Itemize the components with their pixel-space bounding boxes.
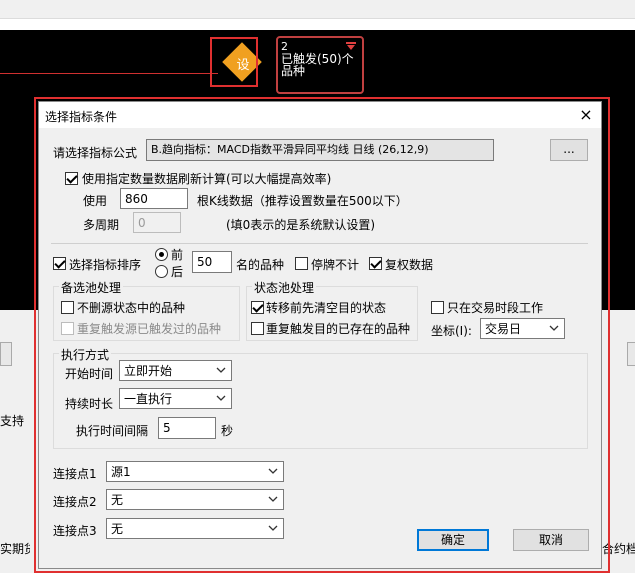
formula-field[interactable]: B.趋向指标：MACD指数平滑异同平均线 日线 (26,12,9) xyxy=(146,139,494,161)
chevron-down-icon xyxy=(268,496,278,502)
clear-target-checkbox[interactable] xyxy=(251,301,264,314)
axis-label: 坐标(I): xyxy=(431,324,472,338)
top-n-suffix: 名的品种 xyxy=(236,258,285,272)
interval-input[interactable]: 5 xyxy=(158,417,216,439)
axis-value: 交易日 xyxy=(485,322,522,336)
restore-checkbox[interactable] xyxy=(369,257,382,270)
chevron-down-icon xyxy=(216,395,226,401)
retrigger-target-checkbox[interactable] xyxy=(251,322,264,335)
bar-count-input[interactable]: 860 xyxy=(120,188,188,209)
output-node[interactable]: 2 已触发(50)个 品种 xyxy=(276,36,364,94)
background-button-right[interactable] xyxy=(627,342,635,366)
trading-time-label: 只在交易时段工作 xyxy=(447,301,544,315)
background-left-text: 支持 xyxy=(0,414,25,428)
canvas-connection-line xyxy=(0,73,218,74)
background-top-bar xyxy=(0,0,635,19)
radio-back[interactable] xyxy=(155,265,168,278)
chevron-down-icon xyxy=(549,325,559,331)
conn1-value: 源1 xyxy=(111,465,131,479)
multi-period-hint: (填0表示的是系统默认设置) xyxy=(226,218,375,232)
chevron-down-icon xyxy=(268,525,278,531)
bars-label: 根K线数据（推荐设置数量在500以下） xyxy=(197,194,408,208)
formula-label: 请选择指标公式 xyxy=(53,146,138,160)
clear-target-label: 转移前先清空目的状态 xyxy=(266,301,387,315)
duration-label: 持续时长 xyxy=(65,397,114,411)
start-select[interactable]: 立即开始 xyxy=(119,360,232,381)
state-group-title: 状态池处理 xyxy=(252,279,317,296)
cancel-button[interactable]: 取消 xyxy=(513,529,589,551)
interval-label: 执行时间间隔 xyxy=(76,424,149,438)
start-label: 开始时间 xyxy=(65,367,114,381)
top-n-input[interactable]: 50 xyxy=(192,251,232,273)
dialog-title: 选择指标条件 xyxy=(45,110,118,124)
background-button-left[interactable] xyxy=(0,342,12,366)
separator xyxy=(51,243,588,244)
radio-front-label: 前 xyxy=(171,248,184,262)
exec-group-title: 执行方式 xyxy=(59,346,112,363)
start-value: 立即开始 xyxy=(124,364,173,378)
output-line2: 品种 xyxy=(281,64,306,78)
conn1-select[interactable]: 源1 xyxy=(106,461,284,482)
conn3-select[interactable]: 无 xyxy=(106,518,284,539)
sort-label: 选择指标排序 xyxy=(69,258,142,272)
ok-button[interactable]: 确定 xyxy=(417,529,489,551)
multi-period-label: 多周期 xyxy=(83,218,120,232)
use-label: 使用 xyxy=(83,194,108,208)
suspend-checkbox[interactable] xyxy=(295,257,308,270)
trading-time-checkbox[interactable] xyxy=(431,301,444,314)
sort-checkbox[interactable] xyxy=(53,257,66,270)
multi-period-input[interactable]: 0 xyxy=(133,212,181,233)
close-icon[interactable]: × xyxy=(575,104,597,126)
use-count-checkbox[interactable] xyxy=(65,172,78,185)
suspend-label: 停牌不计 xyxy=(311,258,360,272)
select-indicator-dialog: 选择指标条件 × 请选择指标公式 B.趋向指标：MACD指数平滑异同平均线 日线… xyxy=(38,101,602,569)
retrigger-target-label: 重复触发目的已存在的品种 xyxy=(266,322,411,336)
node-highlight-box xyxy=(210,37,258,87)
candidate-group-title: 备选池处理 xyxy=(59,279,124,296)
browse-button[interactable]: ... xyxy=(550,139,588,161)
conn1-label: 连接点1 xyxy=(53,467,97,481)
restore-label: 复权数据 xyxy=(385,258,434,272)
radio-front[interactable] xyxy=(155,248,168,261)
interval-unit: 秒 xyxy=(221,424,234,438)
duration-select[interactable]: 一直执行 xyxy=(119,388,232,409)
no-delete-checkbox[interactable] xyxy=(61,301,74,314)
use-count-label: 使用指定数量数据刷新计算(可以大幅提高效率) xyxy=(82,172,332,186)
no-delete-label: 不删源状态中的品种 xyxy=(77,301,186,315)
conn2-label: 连接点2 xyxy=(53,495,97,509)
chevron-down-icon xyxy=(268,468,278,474)
retrigger-source-label: 重复触发源已触发过的品种 xyxy=(77,322,222,336)
duration-value: 一直执行 xyxy=(124,392,173,406)
conn3-label: 连接点3 xyxy=(53,524,97,538)
chevron-down-icon xyxy=(216,367,226,373)
axis-select[interactable]: 交易日 xyxy=(480,318,565,339)
background-bottom-left-text: 实期货 xyxy=(0,542,30,556)
retrigger-source-checkbox[interactable] xyxy=(61,322,74,335)
dialog-title-bar: 选择指标条件 × xyxy=(39,102,601,128)
dropdown-arrow-icon xyxy=(346,42,356,50)
radio-back-label: 后 xyxy=(171,265,184,279)
conn2-select[interactable]: 无 xyxy=(106,489,284,510)
conn3-value: 无 xyxy=(111,522,124,536)
conn2-value: 无 xyxy=(111,493,124,507)
